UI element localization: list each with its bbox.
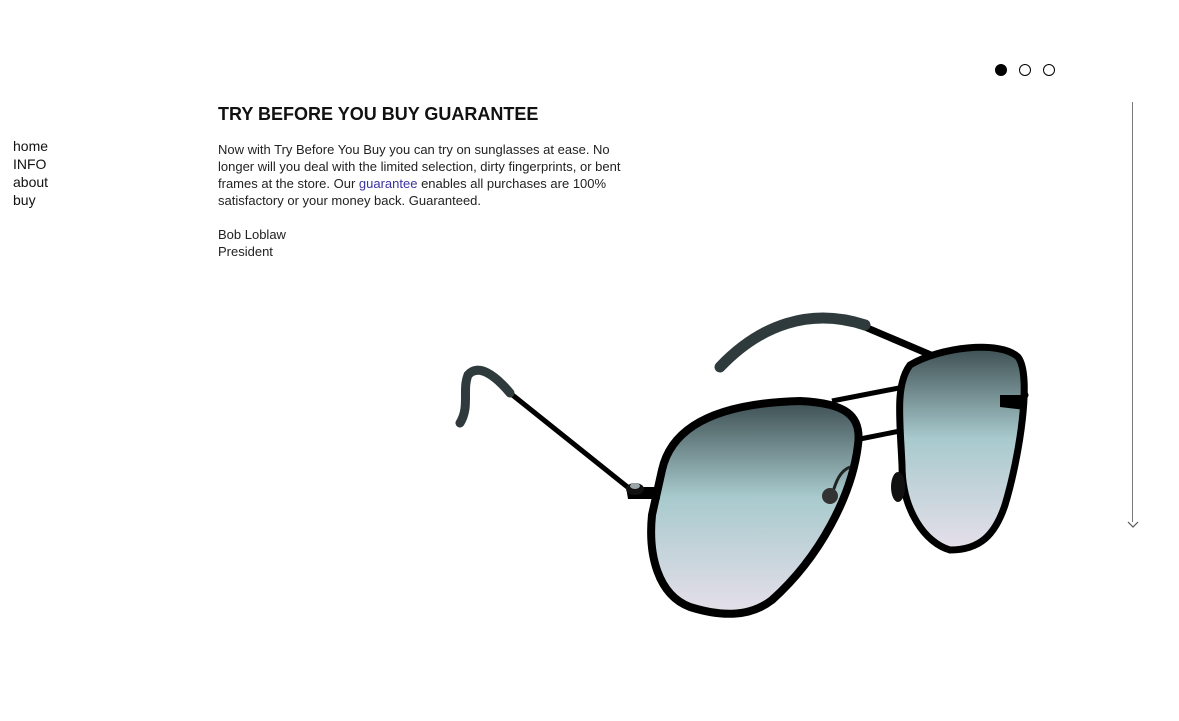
nav-link-buy[interactable]: buy (13, 191, 48, 209)
signature-title: President (218, 244, 273, 259)
nav-link-info[interactable]: INFO (13, 155, 48, 173)
signature: Bob Loblaw President (218, 226, 638, 260)
slide-dot-2[interactable] (1019, 64, 1031, 76)
guarantee-description: Now with Try Before You Buy you can try … (218, 141, 638, 209)
slide-dot-1[interactable] (995, 64, 1007, 76)
scroll-indicator-line (1132, 102, 1133, 522)
guarantee-link[interactable]: guarantee (359, 176, 418, 191)
arrow-down-icon[interactable] (1126, 516, 1140, 530)
slide-pagination (995, 64, 1055, 76)
signature-name: Bob Loblaw (218, 227, 286, 242)
page-title: TRY BEFORE YOU BUY GUARANTEE (218, 104, 539, 124)
content-panel: TRY BEFORE YOU BUY GUARANTEE Now with Tr… (218, 102, 638, 260)
nav-link-home[interactable]: home (13, 137, 48, 155)
slide-dot-3[interactable] (1043, 64, 1055, 76)
aviator-sunglasses-image (455, 312, 1029, 618)
nav-link-about[interactable]: about (13, 173, 48, 191)
main-nav: home INFO about buy (13, 137, 48, 209)
